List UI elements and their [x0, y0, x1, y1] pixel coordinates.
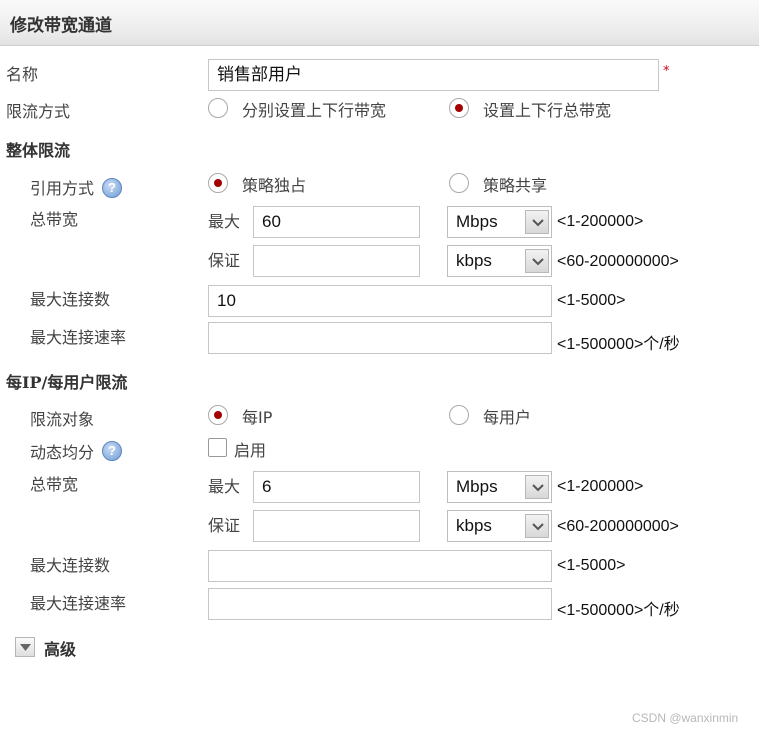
overall-max-conn-label: 最大连接数 — [30, 290, 111, 309]
triangle-down-icon — [20, 644, 31, 651]
per-ip-max-conn-range: <1-5000> — [557, 557, 626, 574]
target-option-per-ip[interactable]: 每IP — [242, 404, 272, 428]
per-ip-max-conn-rate-label: 最大连接速率 — [30, 594, 127, 613]
overall-guarantee-range: <60-200000000> — [557, 253, 679, 270]
required-mark: * — [663, 64, 670, 79]
ref-mode-option-exclusive[interactable]: 策略独占 — [242, 172, 306, 196]
per-ip-max-conn-input[interactable] — [208, 550, 552, 582]
per-ip-guarantee-label: 保证 — [208, 516, 241, 535]
per-ip-max-unit-value: Mbps — [456, 477, 498, 496]
target-radio-per-user[interactable] — [449, 405, 469, 425]
per-ip-guarantee-range: <60-200000000> — [557, 518, 679, 535]
target-option-per-user[interactable]: 每用户 — [483, 404, 531, 428]
name-input[interactable]: 销售部用户 — [208, 59, 659, 91]
per-ip-max-range: <1-200000> — [557, 478, 644, 495]
dynamic-share-enable-label[interactable]: 启用 — [234, 437, 266, 461]
advanced-toggle-button[interactable] — [15, 637, 35, 657]
limit-mode-radio-total[interactable] — [449, 98, 469, 118]
per-ip-max-unit-select[interactable]: Mbps — [447, 471, 552, 503]
dialog-titlebar: 修改带宽通道 — [0, 0, 759, 46]
help-icon[interactable]: ? — [102, 441, 122, 461]
chevron-down-icon[interactable] — [525, 210, 549, 234]
overall-max-unit-select[interactable]: Mbps — [447, 206, 552, 238]
per-ip-guarantee-unit-value: kbps — [456, 516, 492, 535]
overall-guarantee-label: 保证 — [208, 251, 241, 270]
overall-max-conn-input[interactable]: 10 — [208, 285, 552, 317]
chevron-down-icon[interactable] — [525, 249, 549, 273]
per-ip-guarantee-unit-select[interactable]: kbps — [447, 510, 552, 542]
overall-guarantee-unit-value: kbps — [456, 251, 492, 270]
overall-max-conn-rate-label: 最大连接速率 — [30, 328, 127, 347]
help-icon[interactable]: ? — [102, 178, 122, 198]
per-ip-limit-heading: 每IP/每用户限流 — [6, 373, 128, 392]
ref-mode-radio-shared[interactable] — [449, 173, 469, 193]
chevron-down-icon[interactable] — [525, 514, 549, 538]
ref-mode-option-shared[interactable]: 策略共享 — [483, 172, 547, 196]
target-radio-per-ip[interactable] — [208, 405, 228, 425]
per-ip-total-bw-label: 总带宽 — [30, 475, 79, 494]
ref-mode-label: 引用方式 — [30, 179, 95, 198]
per-ip-max-conn-rate-range: <1-500000>个/秒 — [557, 602, 680, 619]
ref-mode-radio-exclusive[interactable] — [208, 173, 228, 193]
overall-max-range: <1-200000> — [557, 213, 644, 230]
limit-mode-option-total[interactable]: 设置上下行总带宽 — [483, 97, 611, 121]
dynamic-share-label: 动态均分 — [30, 443, 95, 462]
dialog-title: 修改带宽通道 — [10, 16, 112, 36]
overall-total-bw-label: 总带宽 — [30, 210, 79, 229]
overall-max-label: 最大 — [208, 212, 241, 231]
name-label: 名称 — [6, 65, 39, 84]
overall-max-conn-rate-input[interactable] — [208, 322, 552, 354]
overall-guarantee-unit-select[interactable]: kbps — [447, 245, 552, 277]
chevron-down-icon[interactable] — [525, 475, 549, 499]
limit-mode-label: 限流方式 — [6, 102, 71, 121]
limit-mode-option-separate[interactable]: 分别设置上下行带宽 — [242, 97, 386, 121]
advanced-label[interactable]: 高级 — [44, 636, 76, 660]
per-ip-max-label: 最大 — [208, 477, 241, 496]
per-ip-guarantee-bw-input[interactable] — [253, 510, 420, 542]
watermark: CSDN @wanxinmin — [632, 711, 739, 725]
limit-mode-radio-separate[interactable] — [208, 98, 228, 118]
per-ip-max-conn-label: 最大连接数 — [30, 556, 111, 575]
overall-max-conn-rate-range: <1-500000>个/秒 — [557, 336, 680, 353]
target-label: 限流对象 — [30, 410, 95, 429]
per-ip-max-bw-input[interactable]: 6 — [253, 471, 420, 503]
dynamic-share-checkbox[interactable] — [208, 438, 227, 457]
per-ip-max-conn-rate-input[interactable] — [208, 588, 552, 620]
overall-max-conn-range: <1-5000> — [557, 292, 626, 309]
overall-guarantee-bw-input[interactable] — [253, 245, 420, 277]
overall-max-bw-input[interactable]: 60 — [253, 206, 420, 238]
overall-limit-heading: 整体限流 — [6, 141, 71, 160]
overall-max-unit-value: Mbps — [456, 212, 498, 231]
